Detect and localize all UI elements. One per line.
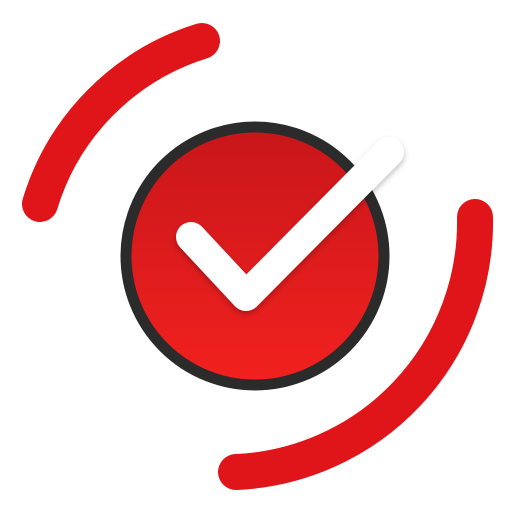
red-disc	[120, 121, 390, 391]
checkmark-logo	[22, 23, 494, 490]
app-icon	[0, 0, 512, 512]
